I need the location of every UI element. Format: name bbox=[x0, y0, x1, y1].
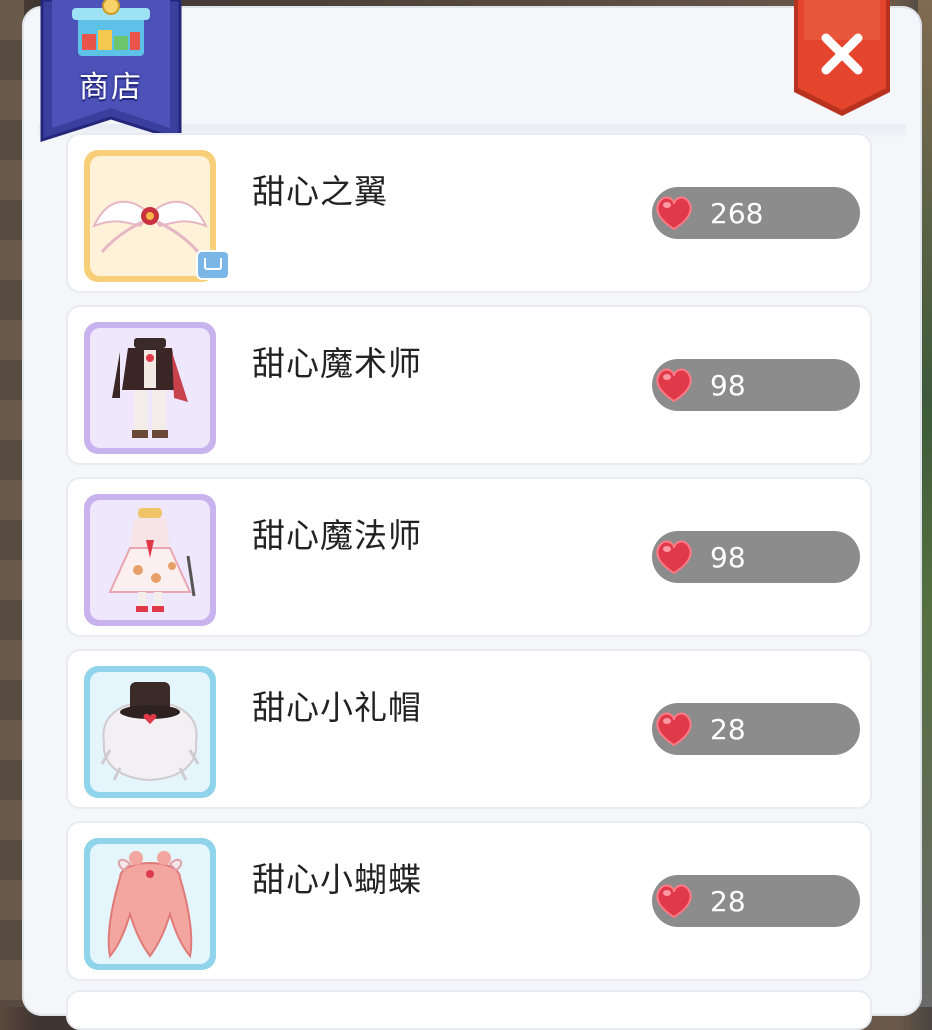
list-item-partial[interactable] bbox=[66, 990, 872, 1030]
storage-badge-icon bbox=[196, 250, 230, 280]
close-icon bbox=[794, 0, 890, 116]
heart-gem-icon bbox=[656, 540, 692, 575]
list-item[interactable]: 甜心小蝴蝶 28 bbox=[66, 821, 872, 981]
price-value: 28 bbox=[710, 713, 746, 746]
price-button[interactable]: 98 bbox=[652, 531, 860, 583]
item-thumbnail bbox=[84, 322, 216, 454]
price-button[interactable]: 268 bbox=[652, 187, 860, 239]
item-thumbnail bbox=[84, 838, 216, 970]
list-item[interactable]: 甜心小礼帽 28 bbox=[66, 649, 872, 809]
price-value: 268 bbox=[710, 197, 764, 230]
item-name: 甜心小礼帽 bbox=[252, 688, 422, 727]
heart-gem-icon bbox=[656, 368, 692, 403]
item-name: 甜心魔术师 bbox=[252, 344, 422, 383]
list-item[interactable]: 甜心之翼 268 bbox=[66, 133, 872, 293]
angel-wings-icon bbox=[92, 200, 208, 253]
bow-hairstyle-icon bbox=[107, 851, 193, 959]
item-name: 甜心魔法师 bbox=[252, 516, 422, 555]
item-name: 甜心小蝴蝶 bbox=[252, 860, 422, 899]
shop-tab-banner: 商店 bbox=[38, 0, 184, 148]
shop-title: 商店 bbox=[79, 70, 143, 105]
item-thumbnail bbox=[84, 494, 216, 626]
mage-dress-icon bbox=[108, 508, 196, 612]
price-button[interactable]: 28 bbox=[652, 703, 860, 755]
item-name: 甜心之翼 bbox=[252, 172, 388, 211]
item-thumbnail bbox=[84, 666, 216, 798]
heart-gem-icon bbox=[656, 196, 692, 231]
magician-outfit-icon bbox=[112, 338, 188, 438]
price-button[interactable]: 98 bbox=[652, 359, 860, 411]
list-item[interactable]: 甜心魔术师 98 bbox=[66, 305, 872, 465]
price-value: 98 bbox=[710, 369, 746, 402]
heart-gem-icon bbox=[656, 712, 692, 747]
item-thumbnail bbox=[84, 150, 230, 282]
close-button[interactable] bbox=[790, 0, 894, 118]
top-hat-icon bbox=[100, 682, 200, 782]
list-item[interactable]: 甜心魔法师 98 bbox=[66, 477, 872, 637]
price-value: 98 bbox=[710, 541, 746, 574]
heart-gem-icon bbox=[656, 884, 692, 919]
price-value: 28 bbox=[710, 885, 746, 918]
price-button[interactable]: 28 bbox=[652, 875, 860, 927]
background-left bbox=[0, 0, 24, 1007]
